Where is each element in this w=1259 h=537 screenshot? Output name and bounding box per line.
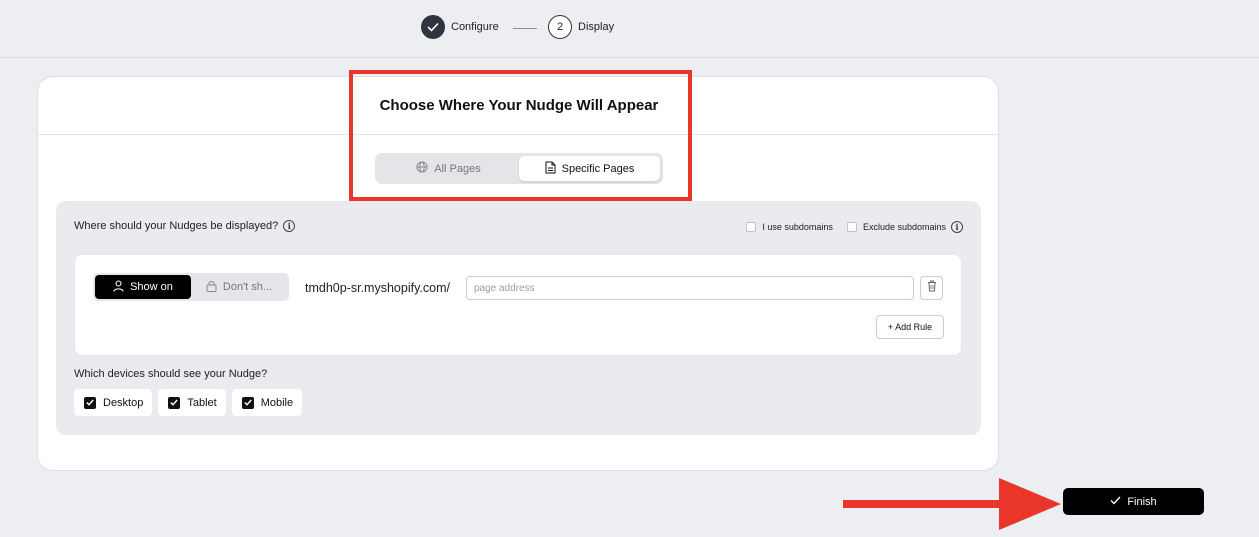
globe-icon [416, 161, 434, 176]
checkbox-box[interactable] [846, 222, 857, 232]
lock-icon [206, 280, 223, 295]
step-label: Display [578, 21, 615, 33]
subdomain-options: I use subdomains Exclude subdomains i [732, 221, 963, 233]
display-rules-panel: Where should your Nudges be displayed? i… [56, 201, 981, 435]
step-configure[interactable]: Configure [421, 15, 499, 39]
checkmark-icon[interactable] [84, 396, 96, 409]
info-icon[interactable]: i [951, 221, 963, 233]
finish-button[interactable]: Finish [1063, 488, 1204, 515]
display-question: Where should your Nudges be displayed? i [74, 220, 296, 232]
step-connector [513, 28, 537, 29]
show-on-option[interactable]: Show on [95, 275, 191, 299]
step-display[interactable]: 2 Display [548, 15, 614, 39]
show-on-label: Show on [130, 281, 173, 293]
stepper-header: Configure 2 Display [0, 0, 1259, 58]
checkbox-box[interactable] [746, 222, 757, 232]
divider [38, 134, 998, 135]
device-label: Mobile [260, 396, 294, 409]
device-mobile-checkbox[interactable]: Mobile [231, 389, 303, 416]
device-options: Desktop Tablet Mobile [74, 389, 308, 416]
display-question-text: Where should your Nudges be displayed? [74, 220, 279, 232]
exclude-subdomains-checkbox[interactable]: Exclude subdomains i [846, 221, 963, 233]
checkmark-icon [1110, 496, 1127, 508]
user-icon [113, 279, 130, 295]
specific-pages-label: Specific Pages [561, 162, 635, 175]
url-rule: Show on Don't sh... tmdh0p-sr.myshopify.… [74, 254, 962, 356]
exclude-subdomains-label: Exclude subdomains [862, 222, 946, 232]
trash-icon [927, 279, 937, 297]
document-icon [545, 161, 562, 177]
add-rule-button[interactable]: + Add Rule [876, 315, 944, 339]
step-label: Configure [451, 21, 499, 33]
store-domain: tmdh0p-sr.myshopify.com/ [305, 281, 450, 295]
checkmark-icon[interactable] [168, 396, 181, 409]
all-pages-label: All Pages [434, 162, 481, 175]
info-icon[interactable]: i [283, 220, 296, 232]
red-arrow-annotation [843, 478, 1061, 530]
dont-show-label: Don't sh... [222, 281, 273, 293]
use-subdomains-label: I use subdomains [762, 222, 833, 232]
dont-show-option[interactable]: Don't sh... [191, 275, 287, 299]
use-subdomains-checkbox[interactable]: I use subdomains [746, 222, 833, 232]
step-number: 2 [548, 15, 572, 39]
device-label: Tablet [187, 396, 217, 409]
card-title: Choose Where Your Nudge Will Appear [379, 97, 659, 114]
show-hide-toggle: Show on Don't sh... [93, 273, 289, 301]
placement-card: Choose Where Your Nudge Will Appear All … [37, 76, 999, 471]
device-tablet-checkbox[interactable]: Tablet [158, 389, 226, 416]
devices-question: Which devices should see your Nudge? [74, 368, 268, 380]
finish-label: Finish [1127, 495, 1157, 508]
page-scope-toggle: All Pages Specific Pages [375, 153, 663, 184]
checkmark-icon[interactable] [241, 396, 254, 409]
all-pages-option[interactable]: All Pages [378, 156, 519, 181]
page-address-input[interactable] [466, 276, 914, 300]
delete-rule-button[interactable] [920, 276, 943, 300]
device-desktop-checkbox[interactable]: Desktop [74, 389, 153, 416]
specific-pages-option[interactable]: Specific Pages [519, 156, 660, 181]
checkmark-icon [421, 15, 445, 39]
device-label: Desktop [103, 396, 144, 409]
